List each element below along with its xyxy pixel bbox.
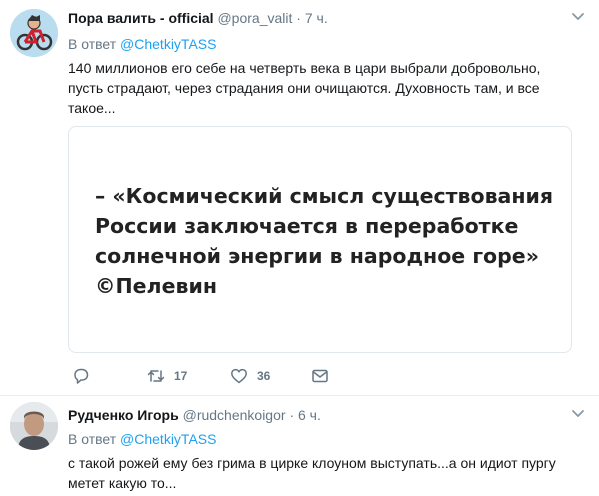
quote-line: солнечной энергии в народное горе» [95, 244, 539, 268]
reply-mention-link[interactable]: @ChetkiyTASS [120, 431, 216, 447]
bike-logo-icon [10, 9, 58, 57]
tweet-header: Рудченко Игорь @rudchenkoigor · 6 ч. [68, 406, 559, 424]
tweet-actions: 17 36 [68, 366, 368, 386]
quote-line: России заключается в переработке [95, 214, 519, 238]
quote-line: – «Космический смысл существования [95, 184, 554, 208]
tweet-text: 140 миллионов его себе на четверть века … [68, 58, 569, 118]
timestamp[interactable]: 6 ч. [298, 407, 321, 423]
retweet-count: 17 [174, 369, 188, 383]
retweet-icon [147, 370, 165, 382]
avatar[interactable] [10, 402, 58, 450]
reply-context: В ответ @ChetkiyTASS [68, 430, 216, 448]
reply-mention-link[interactable]: @ChetkiyTASS [120, 36, 216, 52]
user-photo-icon [10, 402, 58, 450]
retweet-button[interactable]: 17 [147, 366, 187, 386]
quote-line: ©Пелевин [95, 274, 217, 298]
envelope-icon [312, 369, 328, 383]
chevron-down-icon[interactable] [571, 409, 585, 419]
heart-icon [231, 368, 247, 384]
avatar[interactable] [10, 9, 58, 57]
author-name[interactable]: Рудченко Игорь [68, 407, 179, 423]
timestamp[interactable]: 7 ч. [305, 10, 328, 26]
author-name[interactable]: Пора валить - official [68, 10, 214, 26]
reply-button[interactable] [72, 366, 90, 386]
tweet-text-line: с такой рожей ему без грима в цирке клоу… [68, 455, 556, 471]
tweet[interactable]: Пора валить - official @pora_valit · 7 ч… [0, 0, 599, 396]
reply-context: В ответ @ChetkiyTASS [68, 35, 216, 53]
tweet-text-line: 140 миллионов его себе на четверть века … [68, 60, 541, 76]
tweet-header: Пора валить - official @pora_valit · 7 ч… [68, 9, 559, 27]
tweet[interactable]: Рудченко Игорь @rudchenkoigor · 6 ч. В о… [0, 397, 599, 496]
like-button[interactable]: 36 [230, 366, 270, 386]
author-handle[interactable]: @rudchenkoigor [183, 407, 286, 423]
tweet-text-line: такое... [68, 100, 116, 116]
tweet-text-line: пусть страдают, через страдания они очищ… [68, 80, 540, 96]
reply-icon [74, 368, 89, 384]
like-count: 36 [257, 369, 271, 383]
direct-message-button[interactable] [311, 366, 329, 386]
tweet-text: с такой рожей ему без грима в цирке клоу… [68, 453, 569, 493]
reply-prefix: В ответ [68, 36, 117, 52]
tweet-text-line: метет какую то... [68, 475, 177, 491]
chevron-down-icon[interactable] [571, 12, 585, 22]
media-image[interactable]: – «Космический смысл существования Росси… [68, 126, 572, 353]
reply-prefix: В ответ [68, 431, 117, 447]
author-handle[interactable]: @pora_valit [217, 10, 292, 26]
separator-dot: · [289, 407, 295, 423]
separator-dot: · [296, 10, 301, 26]
